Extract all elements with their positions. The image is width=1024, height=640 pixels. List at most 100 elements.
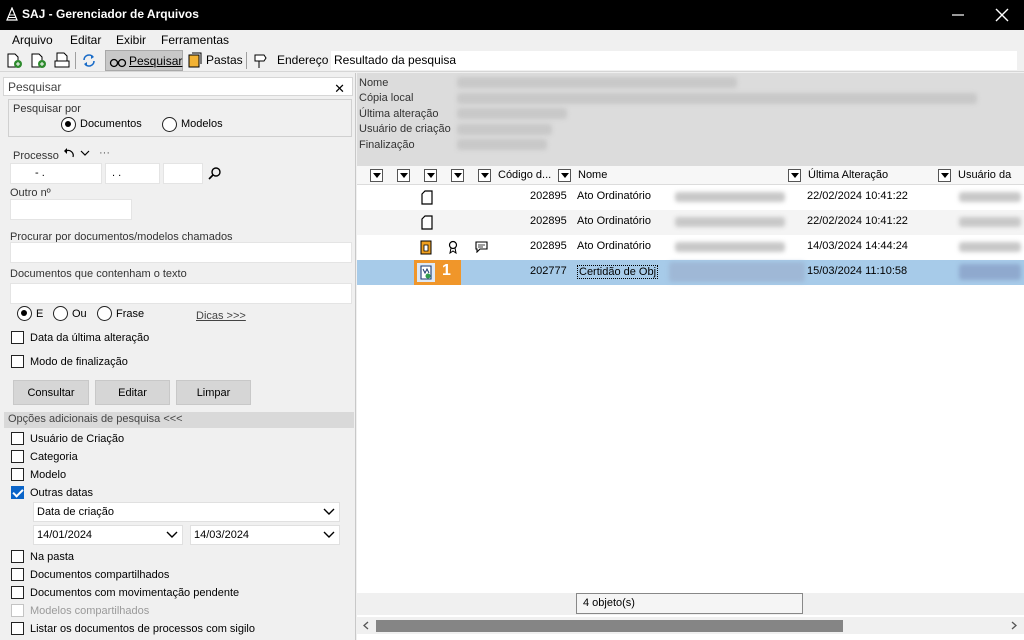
- category-checkbox[interactable]: [11, 450, 24, 463]
- column-dropdown[interactable]: [370, 169, 383, 182]
- table-row-selected[interactable]: 1 202777 Certidão de Obj 15/03/2024 11:1…: [357, 260, 1024, 285]
- menu-bar: Arquivo Editar Exibir Ferramentas: [0, 30, 1024, 49]
- column-dropdown[interactable]: [788, 169, 801, 182]
- redacted-value: [457, 93, 977, 104]
- called-docs-input[interactable]: [10, 242, 352, 263]
- close-window-button[interactable]: [980, 0, 1024, 30]
- redacted-value: [669, 262, 805, 282]
- new-document-icon[interactable]: [5, 52, 23, 69]
- redacted-value: [457, 108, 567, 119]
- minimize-button[interactable]: [936, 0, 980, 30]
- menu-editar[interactable]: Editar: [70, 33, 101, 47]
- row-code: 202895: [530, 240, 567, 252]
- last-change-date-checkbox[interactable]: [11, 331, 24, 344]
- shared-documents-checkbox[interactable]: [11, 568, 24, 581]
- menu-ferramentas[interactable]: Ferramentas: [161, 33, 229, 47]
- annotation-icon-frame: [417, 263, 435, 282]
- pending-movement-checkbox[interactable]: [11, 586, 24, 599]
- date-type-value: Data de criação: [37, 506, 115, 518]
- radio-documents[interactable]: [61, 117, 76, 132]
- radio-and[interactable]: [17, 306, 32, 321]
- column-code[interactable]: Código d...: [498, 169, 551, 181]
- consult-button[interactable]: Consultar: [13, 380, 89, 405]
- radio-phrase-label: Frase: [116, 308, 145, 320]
- address-field[interactable]: Resultado da pesquisa: [331, 51, 1017, 70]
- column-dropdown[interactable]: [558, 169, 571, 182]
- creator-user-checkbox[interactable]: [11, 432, 24, 445]
- column-last-change[interactable]: Última Alteração: [808, 169, 888, 181]
- date-to-picker[interactable]: 14/03/2024: [190, 525, 340, 545]
- row-code: 202895: [530, 190, 567, 202]
- refresh-icon[interactable]: [80, 52, 98, 69]
- process-number-input[interactable]: - .: [10, 163, 102, 184]
- radio-phrase[interactable]: [97, 306, 112, 321]
- finalization-mode-checkbox[interactable]: [11, 355, 24, 368]
- redacted-value: [959, 192, 1021, 202]
- scroll-thumb[interactable]: [376, 620, 843, 632]
- other-dates-checkbox[interactable]: [11, 486, 24, 499]
- other-number-label: Outro nº: [10, 187, 51, 199]
- chevron-down-icon[interactable]: [80, 148, 90, 158]
- annotation-badge: 1: [414, 260, 461, 285]
- column-dropdown[interactable]: [938, 169, 951, 182]
- search-toggle-button[interactable]: Pesquisar: [105, 50, 183, 71]
- contains-text-input[interactable]: [10, 283, 352, 304]
- table-row[interactable]: 202895 Ato Ordinatório 14/03/2024 14:44:…: [357, 235, 1024, 260]
- annotation-number: 1: [442, 262, 451, 279]
- column-creator-user[interactable]: Usuário da: [958, 169, 1011, 181]
- horizontal-scrollbar[interactable]: [357, 617, 1024, 634]
- undo-icon[interactable]: [63, 147, 75, 159]
- in-folder-checkbox[interactable]: [11, 550, 24, 563]
- address-label: Endereço: [277, 53, 329, 67]
- status-bar: 4 objeto(s): [357, 593, 1024, 615]
- radio-models[interactable]: [162, 117, 177, 132]
- column-dropdown[interactable]: [424, 169, 437, 182]
- search-panel-title: Pesquisar: [8, 80, 62, 94]
- scroll-left-icon[interactable]: [362, 621, 370, 630]
- table-row[interactable]: 202895 Ato Ordinatório 22/02/2024 10:41:…: [357, 185, 1024, 210]
- process-year-input[interactable]: . .: [105, 163, 160, 184]
- search-panel: Pesquisar ✕ Pesquisar por Documentos Mod…: [0, 73, 356, 640]
- menu-arquivo[interactable]: Arquivo: [12, 33, 53, 47]
- close-panel-icon[interactable]: ✕: [334, 81, 345, 97]
- clear-button[interactable]: Limpar: [176, 380, 251, 405]
- radio-and-label: E: [36, 308, 44, 320]
- column-dropdown[interactable]: [451, 169, 464, 182]
- redacted-value: [959, 217, 1021, 227]
- new-model-icon[interactable]: [29, 52, 47, 69]
- process-origin-input[interactable]: [163, 163, 203, 184]
- date-type-select[interactable]: Data de criação: [33, 502, 340, 522]
- contains-text-label: Documentos que contenham o texto: [10, 268, 187, 280]
- redacted-value: [457, 77, 737, 88]
- column-dropdown[interactable]: [478, 169, 491, 182]
- model-checkbox[interactable]: [11, 468, 24, 481]
- window-title: SAJ - Gerenciador de Arquivos: [22, 7, 199, 21]
- address-signpost-icon: [254, 54, 267, 68]
- edit-button[interactable]: Editar: [95, 380, 170, 405]
- search-icon[interactable]: [208, 166, 222, 180]
- additional-options-header[interactable]: Opções adicionais de pesquisa <<<: [4, 412, 354, 428]
- detail-last-change-label: Última alteração: [359, 108, 439, 120]
- folders-button[interactable]: Pastas: [206, 53, 243, 67]
- menu-exibir[interactable]: Exibir: [116, 33, 146, 47]
- chevron-down-icon: [323, 508, 335, 515]
- other-number-input[interactable]: [10, 199, 132, 220]
- table-row[interactable]: 202895 Ato Ordinatório 22/02/2024 10:41:…: [357, 210, 1024, 235]
- print-document-icon[interactable]: [53, 52, 71, 69]
- chevron-down-icon: [166, 531, 178, 538]
- radio-or[interactable]: [53, 306, 68, 321]
- process-label: Processo: [13, 150, 59, 162]
- other-dates-label: Outras datas: [30, 487, 93, 499]
- app-logo-icon: [6, 7, 18, 21]
- column-name[interactable]: Nome: [578, 169, 607, 181]
- details-pane: Nome Cópia local Última alteração Usuári…: [357, 73, 1024, 166]
- date-from-picker[interactable]: 14/01/2024: [33, 525, 183, 545]
- scroll-right-icon[interactable]: [1010, 621, 1018, 630]
- certificate-document-icon: [420, 265, 432, 280]
- row-name: Ato Ordinatório: [577, 240, 651, 252]
- secret-process-checkbox[interactable]: [11, 622, 24, 635]
- column-dropdown[interactable]: [397, 169, 410, 182]
- pending-movement-label: Documentos com movimentação pendente: [30, 587, 240, 599]
- process-more-button[interactable]: ···: [99, 147, 110, 159]
- tips-link[interactable]: Dicas >>>: [196, 310, 246, 322]
